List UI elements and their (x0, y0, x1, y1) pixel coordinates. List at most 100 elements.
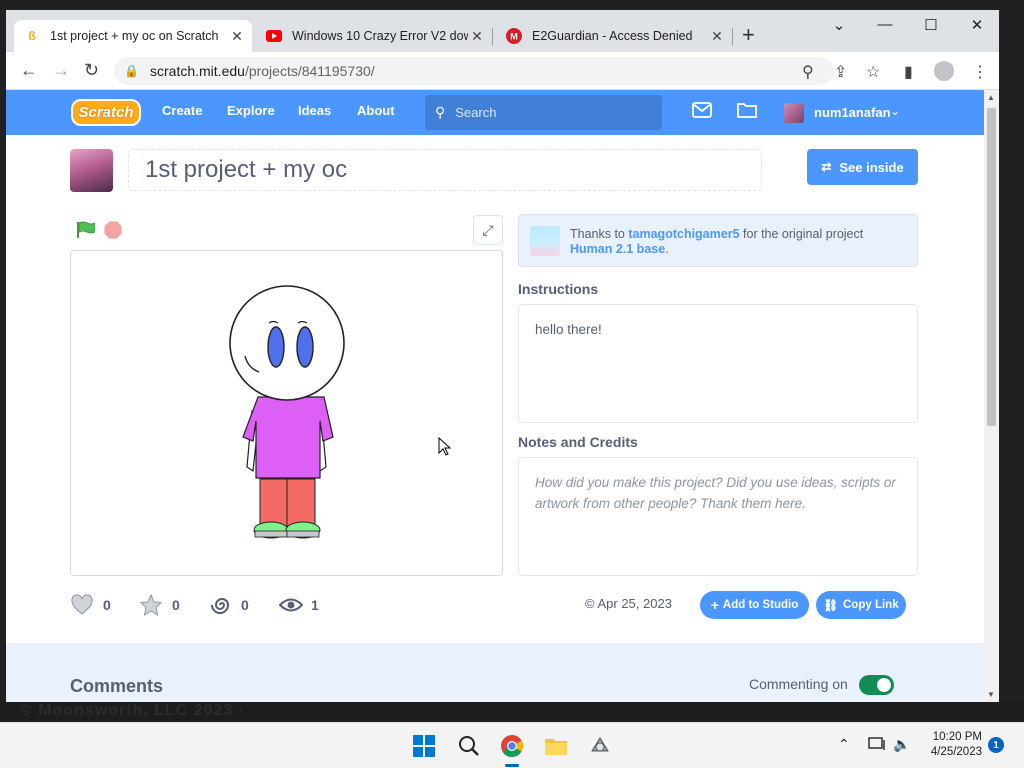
remix-suffix: . (665, 242, 669, 256)
remix-middle: for the original project (743, 227, 864, 241)
user-avatar[interactable] (784, 103, 804, 123)
copy-link-button[interactable]: ⛓ Copy Link (816, 591, 906, 619)
tab-scratch[interactable]: ß 1st project + my oc on Scratch ✕ (14, 20, 252, 52)
remix-spiral-icon (211, 598, 230, 614)
instructions-label: Instructions (518, 281, 599, 297)
star-favorite-icon[interactable] (139, 593, 163, 617)
green-flag-icon[interactable] (75, 221, 95, 239)
my-stuff-folder-icon[interactable] (737, 101, 757, 124)
page-viewport: Scratch Create Explore Ideas About ⚲ Sea… (6, 90, 984, 702)
commenting-label: Commenting on (749, 676, 848, 692)
username[interactable]: num1anafan (814, 105, 891, 120)
maximize-button[interactable]: ☐ (908, 16, 954, 34)
chevron-down-icon[interactable]: ⌄ (890, 104, 900, 118)
file-explorer-icon[interactable] (542, 732, 570, 760)
side-panel-icon[interactable]: ▮ (904, 62, 913, 82)
close-tab-icon[interactable]: ✕ (228, 28, 246, 45)
scratch-logo[interactable]: Scratch (71, 99, 141, 126)
back-arrow-icon[interactable]: ← (20, 60, 38, 81)
notification-badge[interactable]: 1 (988, 737, 1004, 753)
add-to-studio-label: Add to Studio (722, 599, 799, 611)
clock-date: 4/25/2023 (930, 746, 982, 758)
plus-icon: + (710, 597, 719, 613)
svg-text:M: M (510, 32, 518, 42)
app-launcher-icon[interactable] (586, 732, 614, 760)
tab-youtube[interactable]: Windows 10 Crazy Error V2 down ✕ (256, 20, 492, 52)
remix-credit-text: Thanks to tamagotchigamer5 for the origi… (570, 227, 910, 257)
volume-icon[interactable]: 🔈 (893, 736, 910, 753)
windows-start-icon[interactable] (410, 732, 438, 760)
see-inside-button[interactable]: ⇄ See inside (807, 149, 918, 185)
bookmark-star-icon[interactable]: ☆ (866, 62, 880, 82)
notes-textarea[interactable]: How did you make this project? Did you u… (518, 457, 918, 576)
scratch-navbar: Scratch Create Explore Ideas About ⚲ Sea… (6, 90, 984, 135)
tab-e2guardian[interactable]: M E2Guardian - Access Denied ✕ (496, 20, 732, 52)
search-input[interactable]: ⚲ Search (425, 95, 662, 130)
youtube-favicon-icon (266, 28, 282, 44)
close-window-button[interactable]: ✕ (954, 16, 999, 34)
nav-about[interactable]: About (357, 103, 395, 118)
mouse-cursor-icon (438, 437, 452, 456)
favorite-count: 0 (172, 597, 180, 613)
nav-create[interactable]: Create (162, 103, 202, 118)
remix-prefix: Thanks to (570, 227, 625, 241)
new-tab-button[interactable]: + (742, 24, 755, 46)
messages-envelope-icon[interactable] (692, 101, 712, 124)
forward-arrow-icon[interactable]: → (52, 60, 70, 81)
minimize-button[interactable]: — (862, 16, 908, 33)
project-date: © Apr 25, 2023 (585, 596, 672, 611)
remix-original-thumbnail[interactable] (530, 226, 560, 256)
scroll-down-arrow-icon[interactable]: ▼ (987, 690, 995, 699)
scroll-up-arrow-icon[interactable]: ▲ (987, 93, 995, 102)
nav-explore[interactable]: Explore (227, 103, 275, 118)
remix-project-link[interactable]: Human 2.1 base (570, 242, 665, 256)
toggle-knob (877, 678, 891, 692)
chrome-icon[interactable] (498, 732, 526, 760)
profile-icon[interactable] (934, 61, 954, 81)
instructions-textarea[interactable]: hello there! (518, 304, 918, 423)
browser-window: ß 1st project + my oc on Scratch ✕ Windo… (6, 10, 999, 702)
tab-search-icon[interactable]: ⌄ (816, 16, 862, 34)
tab-title: 1st project + my oc on Scratch (50, 29, 219, 43)
menu-kebab-icon[interactable]: ⋮ (972, 62, 988, 82)
taskbar-search-icon[interactable] (455, 732, 483, 760)
desktop-footer-text: © Moonsworth, LLC 2023 · (0, 700, 1024, 722)
chrome-active-indicator (505, 764, 519, 767)
reload-icon[interactable]: ↻ (84, 60, 99, 81)
copy-link-label: Copy Link (843, 599, 899, 611)
search-icon: ⚲ (435, 104, 446, 120)
lock-icon: 🔒 (124, 64, 139, 78)
remix-author-link[interactable]: tamagotchigamer5 (628, 227, 739, 241)
network-icon[interactable] (868, 736, 886, 755)
see-inside-label: See inside (839, 159, 904, 175)
nav-ideas[interactable]: Ideas (298, 103, 331, 118)
page-scrollbar[interactable]: ▲ ▼ (984, 90, 999, 702)
heart-love-icon[interactable] (70, 593, 94, 617)
link-icon: ⛓ (823, 600, 838, 612)
windows-taskbar: ⌃ 🔈 10:20 PM 4/25/2023 1 (0, 722, 1024, 768)
eye-views-icon (279, 598, 303, 612)
add-to-studio-button[interactable]: + Add to Studio (700, 591, 809, 619)
close-tab-icon[interactable]: ✕ (468, 28, 486, 45)
browser-toolbar: ← → ↻ 🔒 scratch.mit.edu/projects/8411957… (6, 52, 999, 90)
search-placeholder: Search (455, 105, 497, 120)
stop-icon[interactable] (104, 221, 122, 239)
address-bar[interactable]: 🔒 scratch.mit.edu/projects/841195730/ (114, 57, 834, 85)
commenting-toggle[interactable] (859, 675, 894, 695)
scratch-favicon-icon: ß (28, 29, 36, 43)
project-author-avatar[interactable] (70, 149, 113, 192)
share-icon[interactable]: ⇪ (834, 62, 847, 82)
scrollbar-thumb[interactable] (987, 108, 996, 426)
zoom-icon[interactable]: ⚲ (802, 62, 814, 82)
show-hidden-icons-icon[interactable]: ⌃ (838, 736, 850, 753)
project-date-text: Apr 25, 2023 (597, 596, 672, 611)
clock-time: 10:20 PM (932, 731, 982, 743)
project-title-input[interactable]: 1st project + my oc (128, 149, 762, 191)
url-path: /projects/841195730/ (244, 63, 375, 79)
stage-sprite-character (229, 285, 345, 539)
close-tab-icon[interactable]: ✕ (708, 28, 726, 45)
remix-count: 0 (241, 597, 249, 613)
project-stage[interactable] (70, 250, 503, 576)
taskbar-clock[interactable]: 10:20 PM 4/25/2023 (920, 730, 982, 760)
fullscreen-icon[interactable]: ⤢ (473, 215, 503, 245)
